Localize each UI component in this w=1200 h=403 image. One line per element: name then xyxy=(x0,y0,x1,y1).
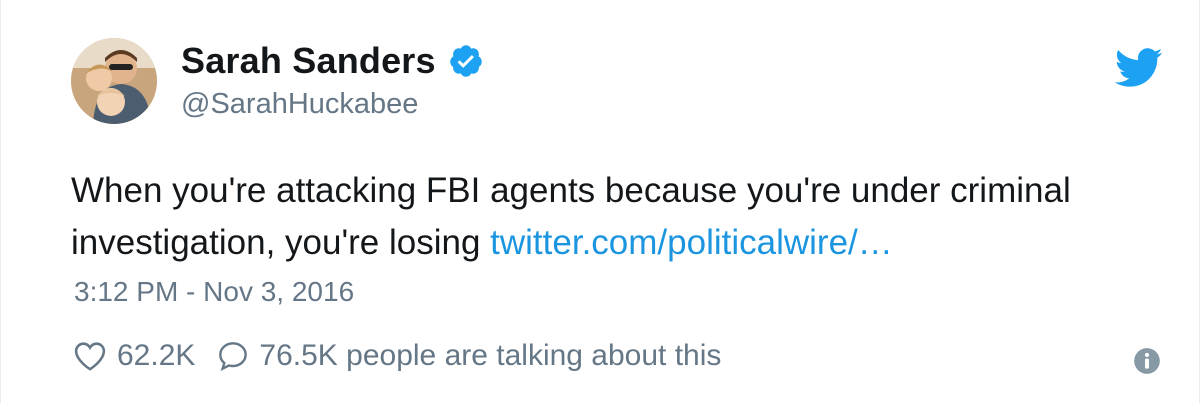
heart-icon[interactable] xyxy=(73,340,107,372)
twitter-bird-icon[interactable] xyxy=(1115,48,1163,88)
info-icon[interactable] xyxy=(1133,347,1161,375)
tweet-text: When you're attacking FBI agents because… xyxy=(71,165,1181,269)
talking-count[interactable]: 76.5K people are talking about this xyxy=(259,339,721,373)
author-row: Sarah Sanders xyxy=(181,40,484,82)
timestamp[interactable]: 3:12 PM - Nov 3, 2016 xyxy=(74,276,354,308)
verified-badge-icon xyxy=(449,45,482,77)
action-bar: 62.2K 76.5K people are talking about thi… xyxy=(73,339,721,373)
tweet-card: Sarah Sanders @SarahHuckabee When you're… xyxy=(0,0,1200,403)
author-name[interactable]: Sarah Sanders xyxy=(181,40,436,82)
avatar[interactable] xyxy=(71,38,157,124)
author-handle[interactable]: @SarahHuckabee xyxy=(181,88,418,121)
like-count[interactable]: 62.2K xyxy=(117,339,195,373)
tweet-link[interactable]: twitter.com/politicalwire/… xyxy=(490,223,893,262)
speech-bubble-icon[interactable] xyxy=(217,340,249,372)
